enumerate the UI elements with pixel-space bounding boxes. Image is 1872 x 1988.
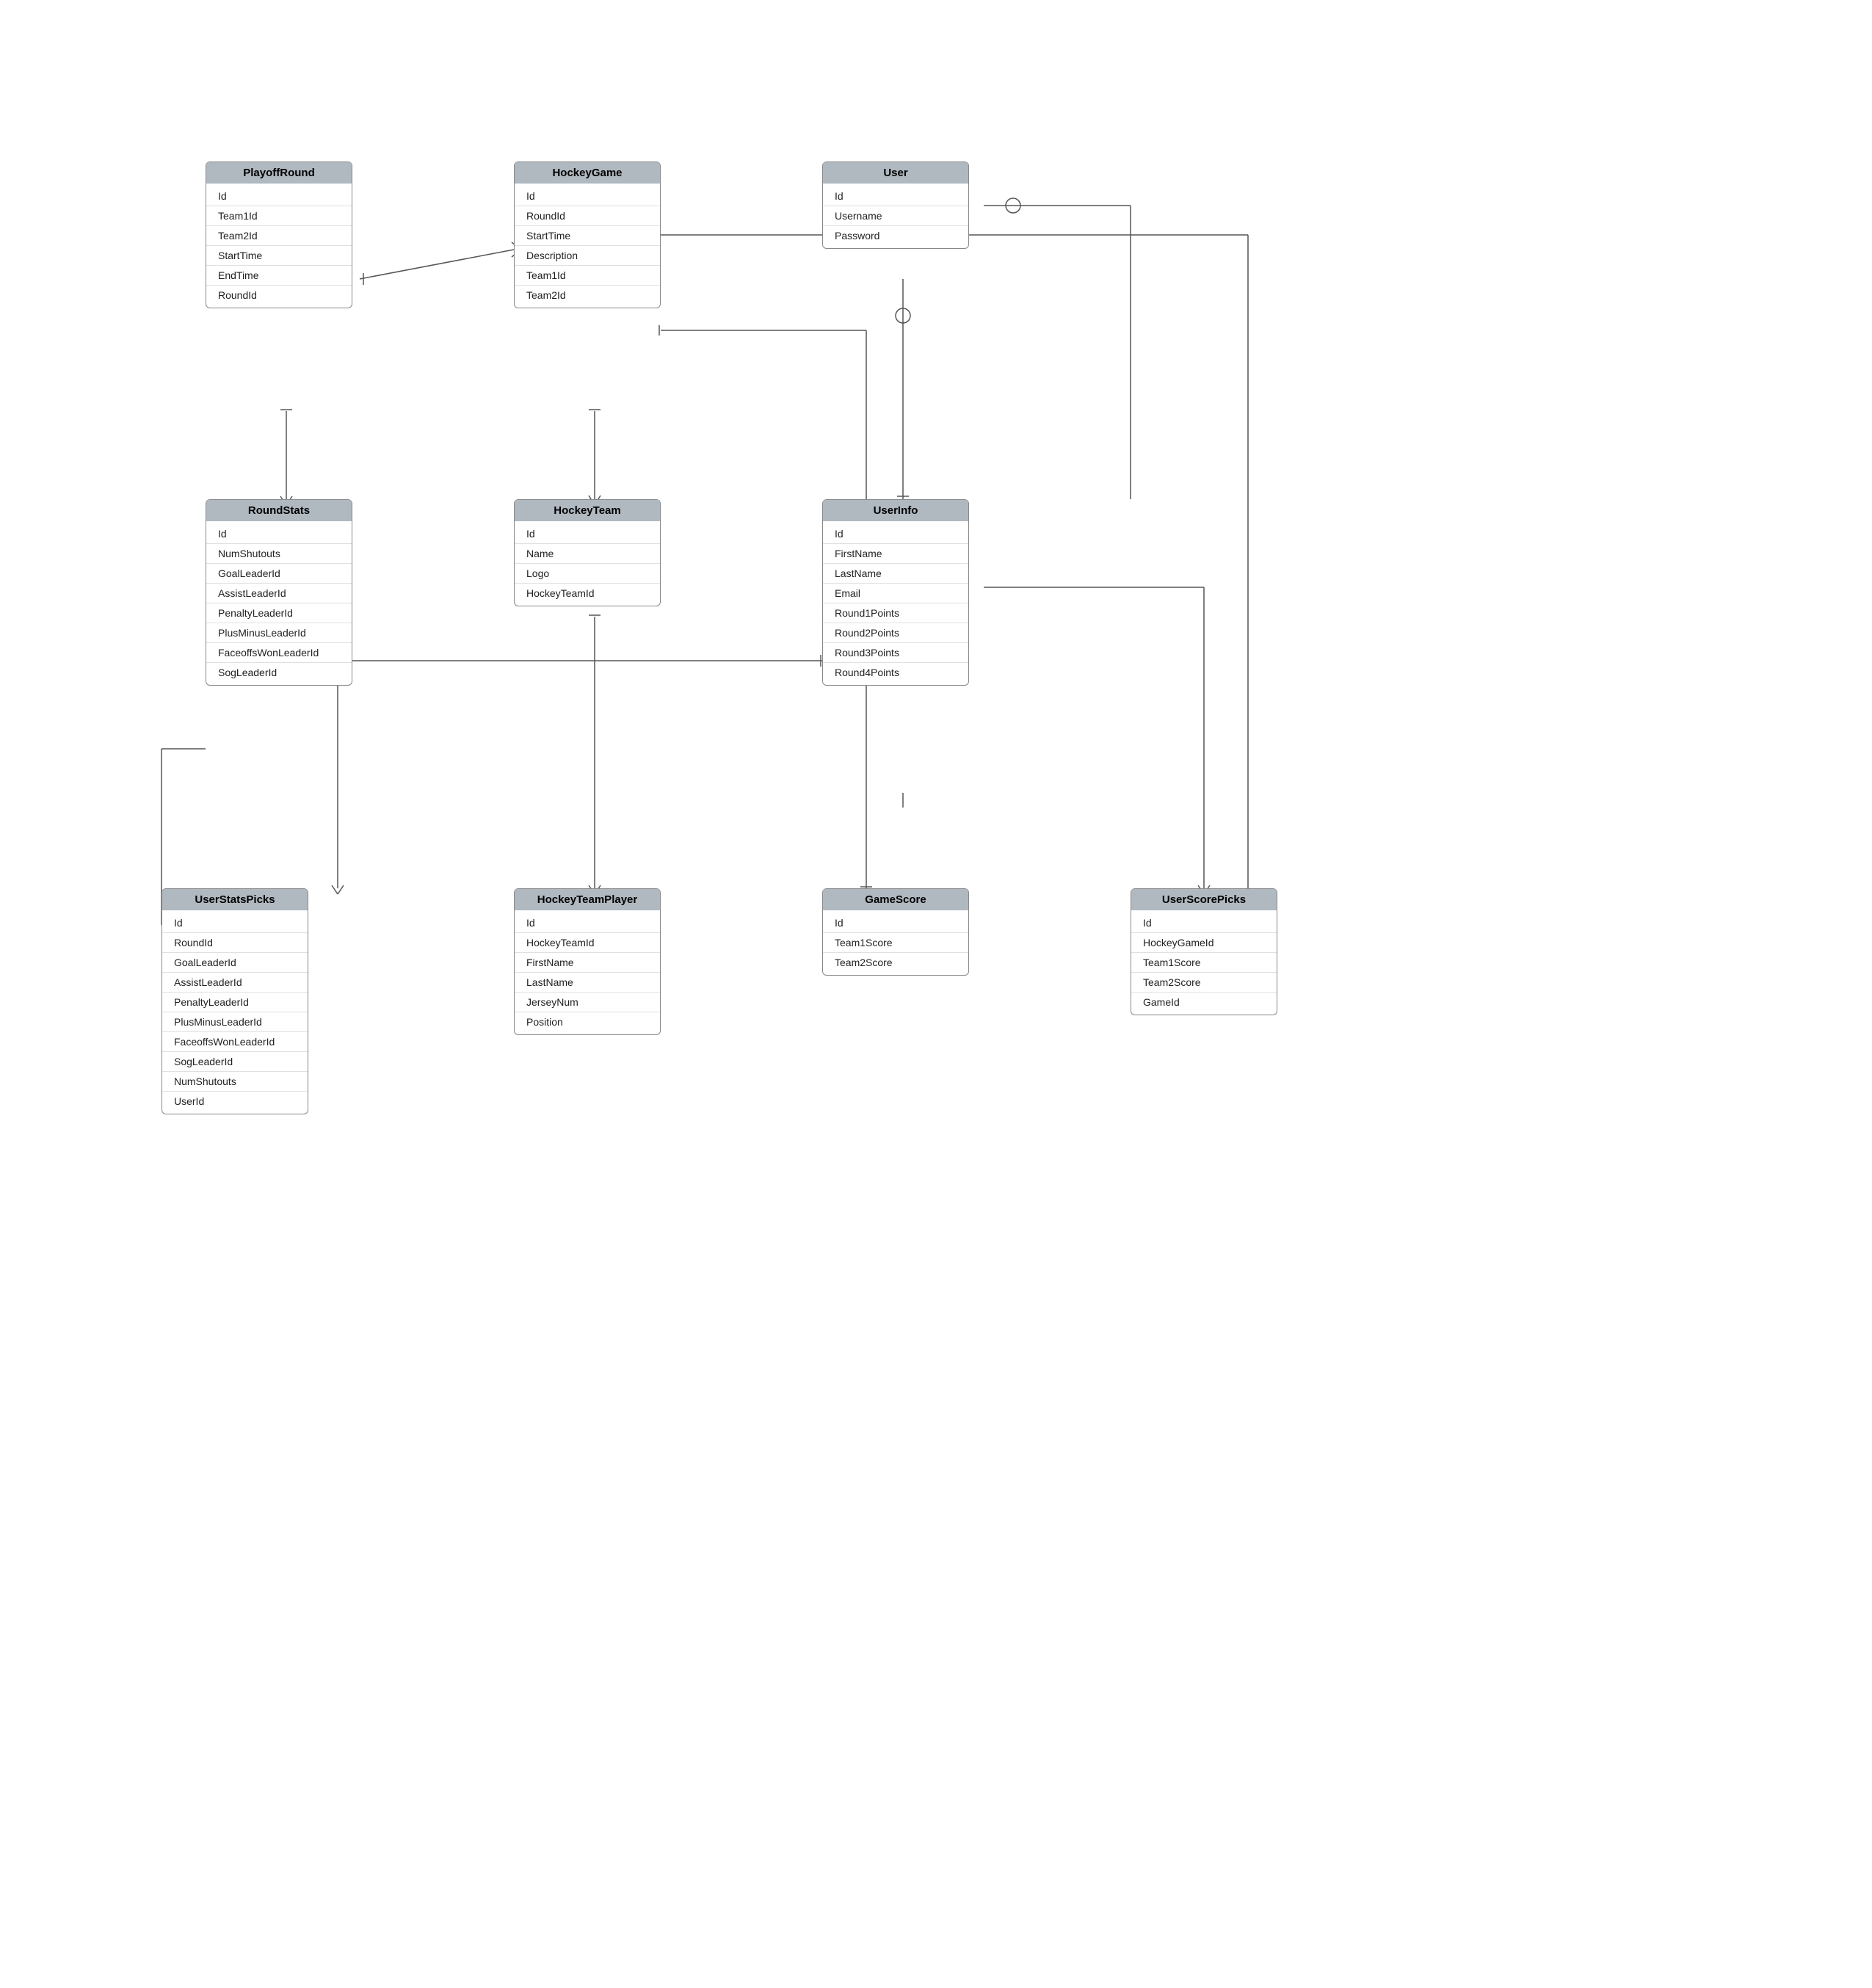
field-playoffround-5: RoundId	[206, 285, 352, 305]
entity-header-hockeygame: HockeyGame	[515, 162, 660, 184]
field-hockeyteamplayer-1: HockeyTeamId	[515, 932, 660, 952]
field-userstatspicks-3: AssistLeaderId	[162, 972, 308, 992]
entity-roundstats: RoundStats IdNumShutoutsGoalLeaderIdAssis…	[206, 499, 352, 686]
entity-body-hockeyteamplayer: IdHockeyTeamIdFirstNameLastNameJerseyNum…	[515, 910, 660, 1034]
field-userinfo-7: Round4Points	[823, 662, 968, 682]
entity-header-roundstats: RoundStats	[206, 500, 352, 521]
entity-userstatspicks: UserStatsPicksIdRoundIdGoalLeaderIdAssis…	[162, 888, 308, 1114]
entity-body-userstatspicks: IdRoundIdGoalLeaderIdAssistLeaderIdPenal…	[162, 910, 308, 1114]
entity-body-hockeygame: IdRoundIdStartTimeDescriptionTeam1IdTeam…	[515, 184, 660, 308]
field-playoffround-2: Team2Id	[206, 225, 352, 245]
field-hockeyteam-2: Logo	[515, 563, 660, 583]
field-user-2: Password	[823, 225, 968, 245]
field-hockeygame-0: Id	[515, 186, 660, 206]
field-userstatspicks-8: NumShutouts	[162, 1071, 308, 1091]
field-userinfo-5: Round2Points	[823, 623, 968, 642]
field-userscorepicks-4: GameId	[1131, 992, 1277, 1012]
field-roundstats-1: NumShutouts	[206, 543, 352, 563]
field-userinfo-1: FirstName	[823, 543, 968, 563]
entity-userinfo: UserInfoIdFirstNameLastNameEmailRound1Po…	[822, 499, 969, 686]
field-userstatspicks-1: RoundId	[162, 932, 308, 952]
field-hockeygame-5: Team2Id	[515, 285, 660, 305]
entity-user: UserIdUsernamePassword	[822, 162, 969, 249]
field-roundstats-7: SogLeaderId	[206, 662, 352, 682]
field-userstatspicks-0: Id	[162, 913, 308, 932]
field-playoffround-1: Team1Id	[206, 206, 352, 225]
field-userscorepicks-1: HockeyGameId	[1131, 932, 1277, 952]
field-hockeyteamplayer-3: LastName	[515, 972, 660, 992]
field-gamescore-1: Team1Score	[823, 932, 968, 952]
field-roundstats-4: PenaltyLeaderId	[206, 603, 352, 623]
field-hockeygame-1: RoundId	[515, 206, 660, 225]
entity-header-hockeyteamplayer: HockeyTeamPlayer	[515, 889, 660, 910]
field-userstatspicks-5: PlusMinusLeaderId	[162, 1012, 308, 1031]
field-userstatspicks-2: GoalLeaderId	[162, 952, 308, 972]
field-hockeyteam-0: Id	[515, 524, 660, 543]
entity-body-user: IdUsernamePassword	[823, 184, 968, 248]
entity-header-playoffround: PlayoffRound	[206, 162, 352, 184]
field-roundstats-2: GoalLeaderId	[206, 563, 352, 583]
entity-header-gamescore: GameScore	[823, 889, 968, 910]
field-userstatspicks-4: PenaltyLeaderId	[162, 992, 308, 1012]
entity-body-playoffround: IdTeam1IdTeam2IdStartTimeEndTimeRoundId	[206, 184, 352, 308]
entity-body-userinfo: IdFirstNameLastNameEmailRound1PointsRoun…	[823, 521, 968, 685]
field-userscorepicks-2: Team1Score	[1131, 952, 1277, 972]
field-hockeyteamplayer-0: Id	[515, 913, 660, 932]
entity-body-gamescore: IdTeam1ScoreTeam2Score	[823, 910, 968, 975]
entity-body-hockeyteam: IdNameLogoHockeyTeamId	[515, 521, 660, 606]
field-userinfo-3: Email	[823, 583, 968, 603]
field-userstatspicks-9: UserId	[162, 1091, 308, 1111]
field-userinfo-0: Id	[823, 524, 968, 543]
field-userscorepicks-3: Team2Score	[1131, 972, 1277, 992]
entity-hockeygame: HockeyGameIdRoundIdStartTimeDescriptionT…	[514, 162, 661, 308]
field-hockeyteamplayer-5: Position	[515, 1012, 660, 1031]
entity-hockeyteamplayer: HockeyTeamPlayerIdHockeyTeamIdFirstNameL…	[514, 888, 661, 1035]
field-user-1: Username	[823, 206, 968, 225]
field-userinfo-2: LastName	[823, 563, 968, 583]
field-userstatspicks-7: SogLeaderId	[162, 1051, 308, 1071]
field-gamescore-2: Team2Score	[823, 952, 968, 972]
field-hockeyteamplayer-4: JerseyNum	[515, 992, 660, 1012]
canvas: PlayoffRoundIdTeam1IdTeam2IdStartTimeEnd…	[0, 0, 1872, 1988]
entity-playoffround: PlayoffRoundIdTeam1IdTeam2IdStartTimeEnd…	[206, 162, 352, 308]
field-playoffround-4: EndTime	[206, 265, 352, 285]
field-roundstats-6: FaceoffsWonLeaderId	[206, 642, 352, 662]
field-hockeygame-2: StartTime	[515, 225, 660, 245]
field-playoffround-3: StartTime	[206, 245, 352, 265]
entity-header-userstatspicks: UserStatsPicks	[162, 889, 308, 910]
field-hockeyteam-1: Name	[515, 543, 660, 563]
entity-header-userinfo: UserInfo	[823, 500, 968, 521]
entity-body-userscorepicks: IdHockeyGameIdTeam1ScoreTeam2ScoreGameId	[1131, 910, 1277, 1015]
field-hockeygame-3: Description	[515, 245, 660, 265]
entity-header-userscorepicks: UserScorePicks	[1131, 889, 1277, 910]
entity-header-user: User	[823, 162, 968, 184]
entity-userscorepicks: UserScorePicksIdHockeyGameIdTeam1ScoreTe…	[1131, 888, 1277, 1015]
entity-hockeyteam: HockeyTeamIdNameLogoHockeyTeamId	[514, 499, 661, 606]
entity-gamescore: GameScoreIdTeam1ScoreTeam2Score	[822, 888, 969, 976]
field-user-0: Id	[823, 186, 968, 206]
field-playoffround-0: Id	[206, 186, 352, 206]
field-roundstats-0: Id	[206, 524, 352, 543]
field-roundstats-5: PlusMinusLeaderId	[206, 623, 352, 642]
field-userinfo-4: Round1Points	[823, 603, 968, 623]
field-hockeyteamplayer-2: FirstName	[515, 952, 660, 972]
field-hockeygame-4: Team1Id	[515, 265, 660, 285]
entity-body-roundstats: IdNumShutoutsGoalLeaderIdAssistLeaderIdP…	[206, 521, 352, 685]
field-hockeyteam-3: HockeyTeamId	[515, 583, 660, 603]
field-userstatspicks-6: FaceoffsWonLeaderId	[162, 1031, 308, 1051]
entity-header-hockeyteam: HockeyTeam	[515, 500, 660, 521]
field-userscorepicks-0: Id	[1131, 913, 1277, 932]
field-gamescore-0: Id	[823, 913, 968, 932]
field-roundstats-3: AssistLeaderId	[206, 583, 352, 603]
field-userinfo-6: Round3Points	[823, 642, 968, 662]
